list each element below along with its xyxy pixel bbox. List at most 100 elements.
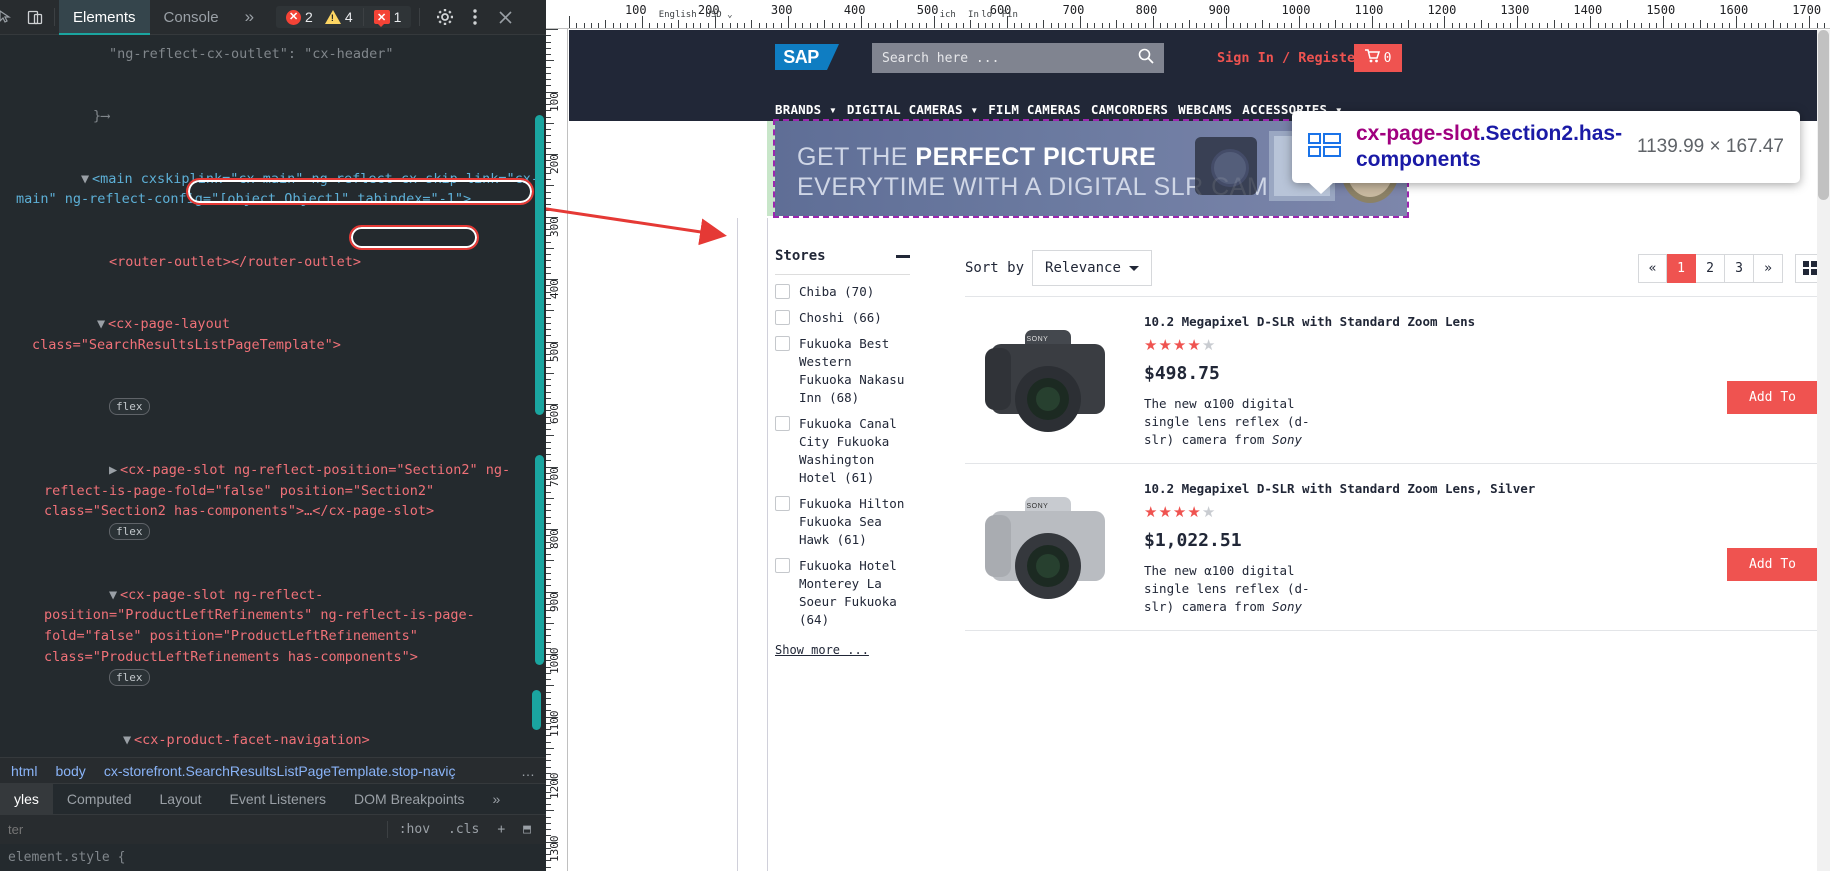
dom-tree-scrollbar-2[interactable] xyxy=(535,455,544,665)
cart-button[interactable]: 0 xyxy=(1354,44,1402,72)
facet-checkbox[interactable] xyxy=(775,336,790,351)
nav-item-film-cameras[interactable]: FILM CAMERAS xyxy=(988,102,1081,117)
dom-line[interactable]: <router-outlet></router-outlet> xyxy=(0,231,546,293)
dom-line[interactable]: }⟶ xyxy=(0,85,546,147)
flex-badge[interactable]: flex xyxy=(109,523,150,541)
product-image[interactable]: SONY xyxy=(965,480,1130,616)
star-half-icon: ★ xyxy=(1187,337,1202,354)
sap-logo[interactable]: SAP xyxy=(775,44,839,70)
pagination-page-1[interactable]: 1 xyxy=(1667,253,1696,283)
nav-item-webcams[interactable]: WEBCAMS xyxy=(1178,102,1232,117)
nav-item-digital-cameras[interactable]: DIGITAL CAMERAS ▾ xyxy=(847,102,978,117)
error-count[interactable]: ✕ 2 xyxy=(280,9,319,25)
page-scrollbar-thumb[interactable] xyxy=(1818,30,1829,200)
tab-elements[interactable]: Elements xyxy=(59,0,150,35)
breadcrumb-item-cx-storefront[interactable]: cx-storefront.SearchResultsListPageTempl… xyxy=(95,763,465,779)
expand-arrow-icon[interactable]: ▼ xyxy=(123,730,134,751)
header-locale-mark[interactable]: Fin xyxy=(1002,10,1018,20)
facet-checkbox[interactable] xyxy=(775,284,790,299)
product-list-item[interactable]: SONY 10.2 Megapixel D-SLR with Standard … xyxy=(965,464,1824,631)
expand-arrow-icon[interactable]: ▼ xyxy=(109,585,120,606)
ruler-tick xyxy=(546,622,554,624)
pagination-prev[interactable]: « xyxy=(1638,253,1667,283)
dom-tree-scrollbar[interactable] xyxy=(535,115,544,415)
styles-filter-input[interactable] xyxy=(0,822,385,837)
ruler-tick xyxy=(1145,23,1147,28)
facet-option[interactable]: Fukuoka Hotel Monterey La Soeur Fukuoka … xyxy=(775,549,910,629)
nav-item-brands[interactable]: BRANDS ▾ xyxy=(775,102,837,117)
minus-icon[interactable] xyxy=(896,254,910,258)
tab-styles[interactable]: yles xyxy=(0,783,53,815)
tab-event-listeners[interactable]: Event Listeners xyxy=(216,784,341,815)
pagination-page-3[interactable]: 3 xyxy=(1725,253,1754,283)
tab-console[interactable]: Console xyxy=(150,0,233,35)
device-toggle-icon[interactable] xyxy=(20,3,50,31)
expand-arrow-icon[interactable]: ▼ xyxy=(81,169,92,190)
tab-layout[interactable]: Layout xyxy=(146,784,216,815)
product-image[interactable]: SONY xyxy=(965,313,1130,449)
facet-checkbox[interactable] xyxy=(775,496,790,511)
expand-arrow-icon[interactable]: ▼ xyxy=(97,314,108,335)
cls-toggle[interactable]: .cls xyxy=(439,822,488,837)
sort-select[interactable]: Relevance xyxy=(1032,250,1152,286)
breadcrumb-item-body[interactable]: body xyxy=(46,763,94,779)
flex-badge[interactable]: flex xyxy=(109,668,150,686)
product-list-item[interactable]: SONY 10.2 Megapixel D-SLR with Standard … xyxy=(965,297,1824,464)
ruler-tick xyxy=(722,23,724,28)
header-locale-mark[interactable]: ich xyxy=(940,10,956,20)
dom-line-badge[interactable]: flex xyxy=(0,377,546,439)
dom-line[interactable]: ▼ <cx-page-layout class="SearchResultsLis… xyxy=(0,293,546,376)
more-tabs-button[interactable]: » xyxy=(233,7,266,27)
facet-checkbox[interactable] xyxy=(775,558,790,573)
expand-arrow-icon[interactable]: ▶ xyxy=(109,460,120,481)
sign-in-register-link[interactable]: Sign In / Register xyxy=(1217,50,1363,66)
add-rule-button[interactable]: + xyxy=(488,822,514,837)
gear-icon[interactable] xyxy=(430,3,460,31)
show-more-link[interactable]: Show more ... xyxy=(775,643,869,657)
styles-scrollbar[interactable] xyxy=(532,690,541,730)
product-title[interactable]: 10.2 Megapixel D-SLR with Standard Zoom … xyxy=(1144,313,1824,330)
product-title[interactable]: 10.2 Megapixel D-SLR with Standard Zoom … xyxy=(1144,480,1824,497)
dom-line[interactable]: ▼ <cx-page-slot ng-reflect-position="Prod… xyxy=(0,564,546,710)
facet-option[interactable]: Fukuoka Hilton Fukuoka Sea Hawk (61) xyxy=(775,487,910,549)
dom-line[interactable]: ▼ <cx-product-facet-navigation> xyxy=(0,709,546,757)
flex-badge[interactable]: flex xyxy=(109,398,150,416)
pagination-page-2[interactable]: 2 xyxy=(1696,253,1725,283)
facet-group-header[interactable]: Stores xyxy=(775,248,910,275)
facet-option[interactable]: Choshi (66) xyxy=(775,301,910,327)
search-input[interactable] xyxy=(882,50,1138,66)
hov-toggle[interactable]: :hov xyxy=(390,822,439,837)
tab-more-styles[interactable]: » xyxy=(479,784,515,815)
search-icon[interactable] xyxy=(1138,48,1154,69)
issue-counters[interactable]: ✕ 2 4 ✕ 1 xyxy=(276,6,412,28)
add-to-cart-button[interactable]: Add To xyxy=(1727,548,1818,581)
nav-item-camcorders[interactable]: CAMCORDERS xyxy=(1091,102,1168,117)
facet-checkbox[interactable] xyxy=(775,310,790,325)
inspect-icon[interactable] xyxy=(0,3,20,31)
warning-count[interactable]: 4 xyxy=(319,9,359,25)
header-locale-mark[interactable]: English xyxy=(659,10,697,20)
header-locale-mark[interactable]: lo xyxy=(981,10,992,20)
header-locale-mark[interactable]: In xyxy=(968,10,979,20)
issue-count[interactable]: ✕ 1 xyxy=(368,9,408,27)
pagination-next[interactable]: » xyxy=(1754,253,1783,283)
breadcrumb-overflow-button[interactable]: … xyxy=(511,763,546,779)
facet-option[interactable]: Fukuoka Canal City Fukuoka Washington Ho… xyxy=(775,407,910,487)
breadcrumb-item-html[interactable]: html xyxy=(2,763,46,779)
more-vertical-icon[interactable] xyxy=(460,3,490,31)
dom-tree[interactable]: "ng-reflect-cx-outlet": "cx-header" }⟶ ▼… xyxy=(0,35,546,757)
page-scrollbar[interactable] xyxy=(1817,30,1830,871)
facet-option[interactable]: Fukuoka Best Western Fukuoka Nakasu Inn … xyxy=(775,327,910,407)
header-locale-mark[interactable]: USD ⌄ xyxy=(705,10,732,20)
tab-dom-breakpoints[interactable]: DOM Breakpoints xyxy=(340,784,478,815)
facet-checkbox[interactable] xyxy=(775,416,790,431)
close-icon[interactable] xyxy=(490,3,520,31)
dom-line[interactable]: ▶ <cx-page-slot ng-reflect-position="Sect… xyxy=(0,439,546,564)
tab-computed[interactable]: Computed xyxy=(53,784,146,815)
computed-sidebar-toggle[interactable]: ⬒ xyxy=(514,822,540,837)
dom-line[interactable]: "ng-reflect-cx-outlet": "cx-header" xyxy=(0,35,546,85)
add-to-cart-button[interactable]: Add To xyxy=(1727,381,1818,414)
search-box[interactable] xyxy=(872,43,1164,73)
facet-option[interactable]: Chiba (70) xyxy=(775,275,910,301)
dom-line[interactable]: ▼ <main cxskiplink="cx-main" ng-reflect-c… xyxy=(0,148,546,231)
